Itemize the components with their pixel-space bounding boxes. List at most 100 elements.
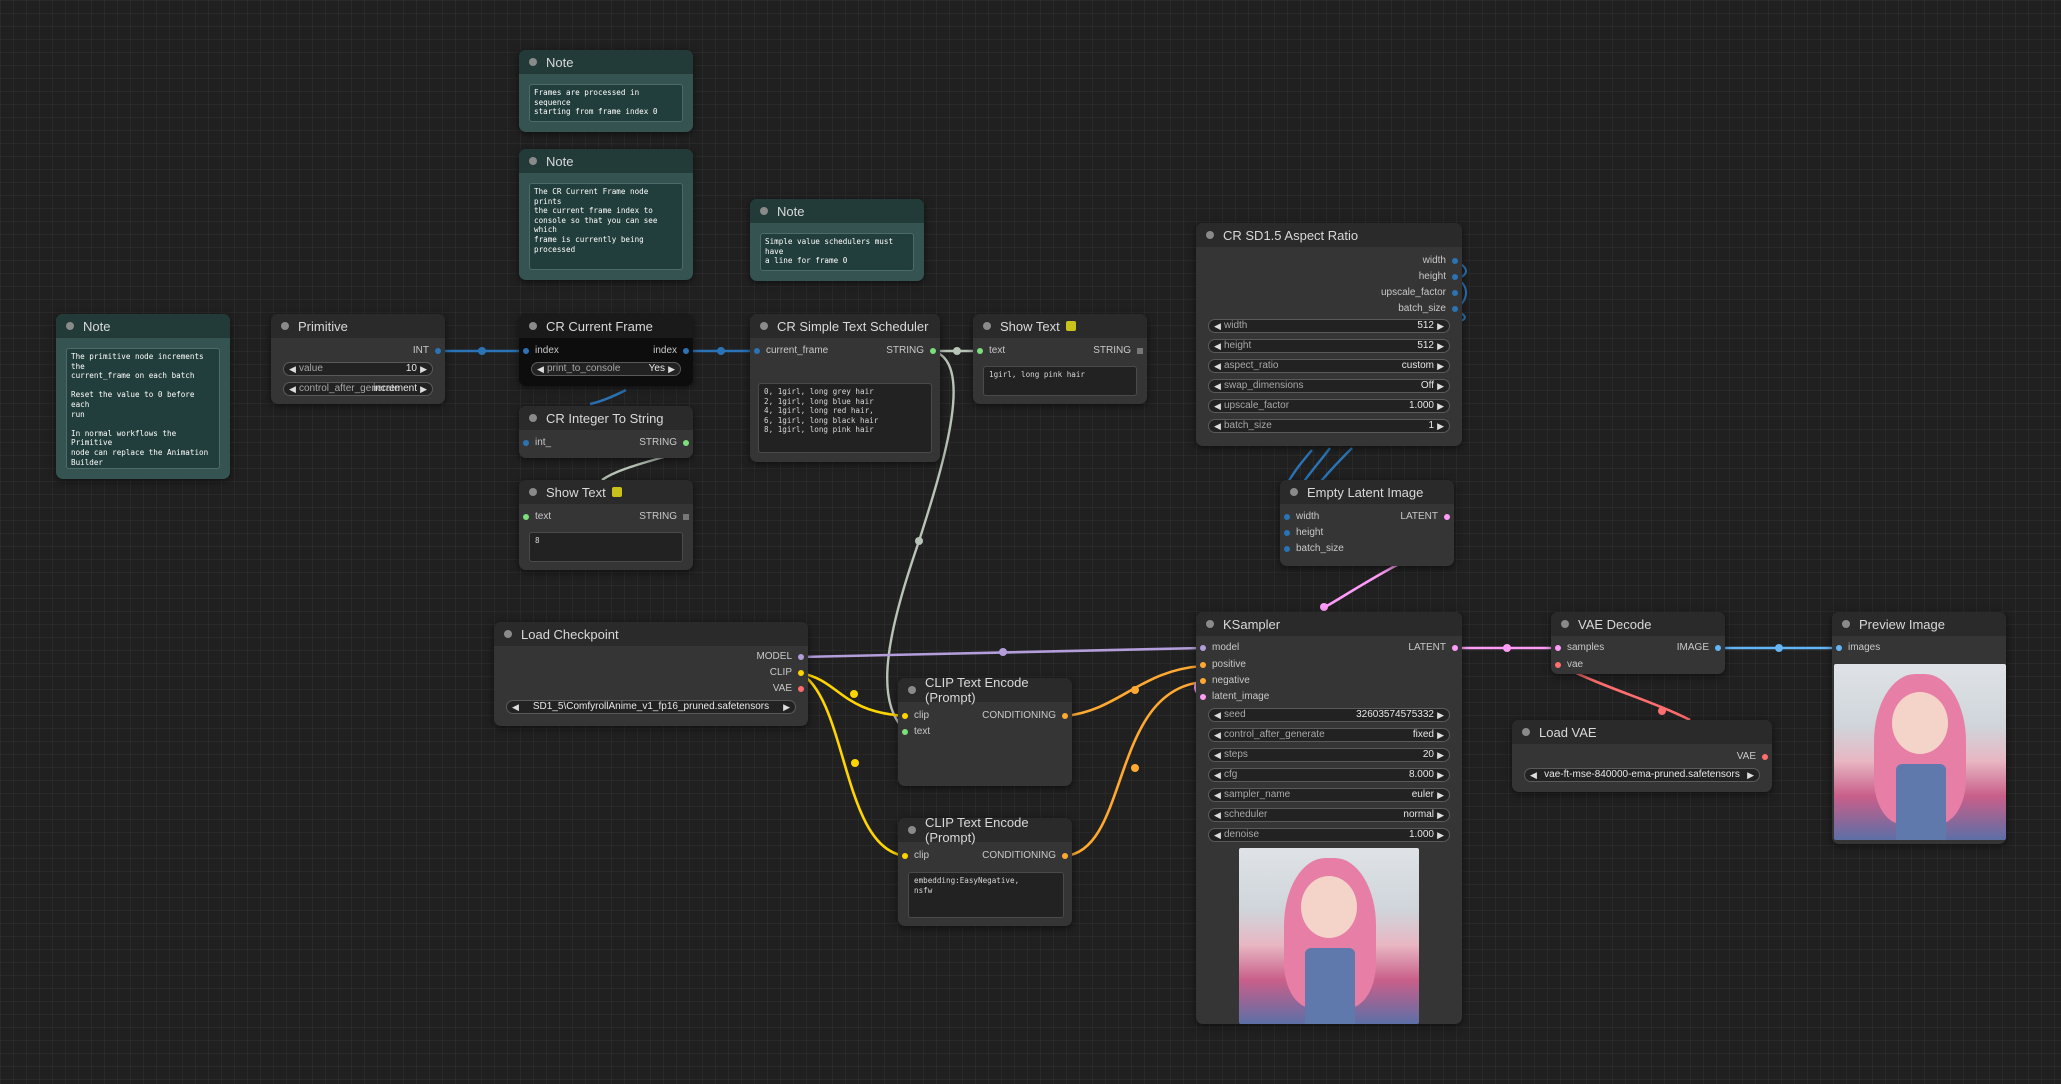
next-arrow-icon[interactable]: ▶ bbox=[668, 363, 675, 375]
node-header[interactable]: Show Text bbox=[519, 480, 693, 504]
aspect-ratio-widget[interactable]: ◀ aspect_ratio custom ▶ bbox=[1208, 359, 1450, 373]
increment-arrow-icon[interactable]: ▶ bbox=[1437, 769, 1444, 781]
prev-arrow-icon[interactable]: ◀ bbox=[1214, 380, 1221, 392]
prev-arrow-icon[interactable]: ◀ bbox=[537, 363, 544, 375]
output-socket[interactable] bbox=[435, 348, 441, 354]
decrement-arrow-icon[interactable]: ◀ bbox=[1214, 340, 1221, 352]
prev-arrow-icon[interactable]: ◀ bbox=[1214, 360, 1221, 372]
collapse-dot-icon[interactable] bbox=[908, 686, 916, 694]
increment-arrow-icon[interactable]: ▶ bbox=[1437, 340, 1444, 352]
primitive-node[interactable]: Primitive INT ◀ value 10 ▶ ◀ control_aft… bbox=[271, 314, 445, 404]
node-header[interactable]: CLIP Text Encode (Prompt) bbox=[898, 675, 1072, 705]
node-header[interactable]: Empty Latent Image bbox=[1280, 480, 1454, 504]
decrement-arrow-icon[interactable]: ◀ bbox=[289, 363, 296, 375]
output-socket[interactable] bbox=[1062, 853, 1068, 859]
collapse-dot-icon[interactable] bbox=[908, 826, 916, 834]
collapse-dot-icon[interactable] bbox=[529, 322, 537, 330]
vae-name-widget[interactable]: ◀ vae-ft-mse-840000-ema-pruned.safetenso… bbox=[1524, 768, 1760, 782]
swap-dimensions-widget[interactable]: ◀ swap_dimensions Off ▶ bbox=[1208, 379, 1450, 393]
next-arrow-icon[interactable]: ▶ bbox=[783, 701, 790, 713]
collapse-dot-icon[interactable] bbox=[504, 630, 512, 638]
cr-integer-to-string-node[interactable]: CR Integer To String int_ STRING bbox=[519, 406, 693, 458]
prev-arrow-icon[interactable]: ◀ bbox=[1214, 809, 1221, 821]
output-list-socket-icon[interactable] bbox=[683, 514, 689, 520]
width-widget[interactable]: ◀ width 512 ▶ bbox=[1208, 319, 1450, 333]
input-socket[interactable] bbox=[1284, 530, 1290, 536]
note-textarea[interactable]: Frames are processed in sequence startin… bbox=[529, 84, 683, 122]
decrement-arrow-icon[interactable]: ◀ bbox=[1214, 709, 1221, 721]
collapse-dot-icon[interactable] bbox=[983, 322, 991, 330]
output-socket[interactable] bbox=[798, 654, 804, 660]
collapse-dot-icon[interactable] bbox=[760, 322, 768, 330]
scheduler-widget[interactable]: ◀ scheduler normal ▶ bbox=[1208, 808, 1450, 822]
decrement-arrow-icon[interactable]: ◀ bbox=[1214, 320, 1221, 332]
node-header[interactable]: Show Text bbox=[973, 314, 1147, 338]
increment-arrow-icon[interactable]: ▶ bbox=[420, 363, 427, 375]
next-arrow-icon[interactable]: ▶ bbox=[1437, 380, 1444, 392]
input-socket[interactable] bbox=[1200, 662, 1206, 668]
collapse-dot-icon[interactable] bbox=[529, 157, 537, 165]
steps-widget[interactable]: ◀ steps 20 ▶ bbox=[1208, 748, 1450, 762]
show-text-node[interactable]: Show Text text STRING 1girl, long pink h… bbox=[973, 314, 1147, 404]
decrement-arrow-icon[interactable]: ◀ bbox=[1214, 769, 1221, 781]
node-header[interactable]: KSampler bbox=[1196, 612, 1462, 636]
node-header[interactable]: CR Simple Text Scheduler bbox=[750, 314, 940, 338]
next-arrow-icon[interactable]: ▶ bbox=[1437, 360, 1444, 372]
input-socket[interactable] bbox=[1200, 678, 1206, 684]
output-socket[interactable] bbox=[1715, 645, 1721, 651]
clip-text-encode-positive-node[interactable]: CLIP Text Encode (Prompt) clip text COND… bbox=[898, 675, 1072, 786]
ckpt-name-widget[interactable]: ◀ SD1_5\ComfyrollAnime_v1_fp16_pruned.sa… bbox=[506, 700, 796, 714]
clip-text-encode-negative-node[interactable]: CLIP Text Encode (Prompt) clip CONDITION… bbox=[898, 815, 1072, 926]
collapse-dot-icon[interactable] bbox=[1561, 620, 1569, 628]
input-socket[interactable] bbox=[977, 348, 983, 354]
increment-arrow-icon[interactable]: ▶ bbox=[1437, 709, 1444, 721]
node-header[interactable]: Note bbox=[519, 149, 693, 173]
next-arrow-icon[interactable]: ▶ bbox=[1747, 769, 1754, 781]
decrement-arrow-icon[interactable]: ◀ bbox=[1214, 420, 1221, 432]
output-socket[interactable] bbox=[1452, 258, 1458, 264]
cfg-widget[interactable]: ◀ cfg 8.000 ▶ bbox=[1208, 768, 1450, 782]
denoise-widget[interactable]: ◀ denoise 1.000 ▶ bbox=[1208, 828, 1450, 842]
show-text-node[interactable]: Show Text text STRING 8 bbox=[519, 480, 693, 570]
value-widget[interactable]: ◀ value 10 ▶ bbox=[283, 362, 433, 376]
prev-arrow-icon[interactable]: ◀ bbox=[289, 383, 296, 395]
output-socket[interactable] bbox=[683, 348, 689, 354]
node-header[interactable]: VAE Decode bbox=[1551, 612, 1725, 636]
increment-arrow-icon[interactable]: ▶ bbox=[1437, 320, 1444, 332]
node-header[interactable]: CR Integer To String bbox=[519, 406, 693, 430]
input-socket[interactable] bbox=[1555, 645, 1561, 651]
prev-arrow-icon[interactable]: ◀ bbox=[512, 701, 519, 713]
input-socket[interactable] bbox=[1284, 514, 1290, 520]
prev-arrow-icon[interactable]: ◀ bbox=[1214, 789, 1221, 801]
sampler-name-widget[interactable]: ◀ sampler_name euler ▶ bbox=[1208, 788, 1450, 802]
increment-arrow-icon[interactable]: ▶ bbox=[1437, 749, 1444, 761]
output-socket[interactable] bbox=[798, 670, 804, 676]
note-textarea[interactable]: The primitive node increments the curren… bbox=[66, 348, 220, 469]
prompt-textarea[interactable]: embedding:EasyNegative, nsfw bbox=[908, 872, 1064, 918]
collapse-dot-icon[interactable] bbox=[1206, 231, 1214, 239]
decrement-arrow-icon[interactable]: ◀ bbox=[1214, 749, 1221, 761]
input-socket[interactable] bbox=[902, 853, 908, 859]
input-socket[interactable] bbox=[1284, 546, 1290, 552]
increment-arrow-icon[interactable]: ▶ bbox=[1437, 420, 1444, 432]
node-header[interactable]: Primitive bbox=[271, 314, 445, 338]
increment-arrow-icon[interactable]: ▶ bbox=[1437, 400, 1444, 412]
load-vae-node[interactable]: Load VAE VAE ◀ vae-ft-mse-840000-ema-pru… bbox=[1512, 720, 1772, 792]
vae-decode-node[interactable]: VAE Decode samples vae IMAGE bbox=[1551, 612, 1725, 674]
input-socket[interactable] bbox=[902, 729, 908, 735]
seed-widget[interactable]: ◀ seed 32603574575332 ▶ bbox=[1208, 708, 1450, 722]
input-socket[interactable] bbox=[523, 348, 529, 354]
input-socket[interactable] bbox=[1555, 662, 1561, 668]
collapse-dot-icon[interactable] bbox=[529, 58, 537, 66]
output-socket[interactable] bbox=[1452, 290, 1458, 296]
output-socket[interactable] bbox=[1762, 754, 1768, 760]
output-socket[interactable] bbox=[1452, 645, 1458, 651]
input-socket[interactable] bbox=[1836, 645, 1842, 651]
collapse-dot-icon[interactable] bbox=[66, 322, 74, 330]
input-socket[interactable] bbox=[1200, 645, 1206, 651]
input-socket[interactable] bbox=[523, 440, 529, 446]
control-after-generate-widget[interactable]: ◀ control_after_generate increment ▶ bbox=[283, 382, 433, 396]
note-cr-frame-node[interactable]: Note The CR Current Frame node prints th… bbox=[519, 149, 693, 280]
decrement-arrow-icon[interactable]: ◀ bbox=[1214, 829, 1221, 841]
collapse-dot-icon[interactable] bbox=[281, 322, 289, 330]
